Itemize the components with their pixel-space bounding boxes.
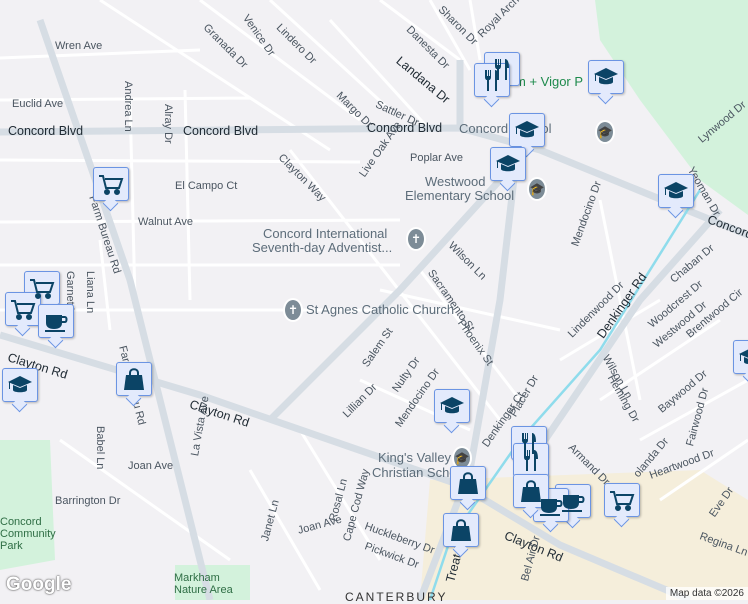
- street-label: Euclid Ave: [12, 98, 64, 110]
- school-icon: [8, 376, 32, 393]
- park-label[interactable]: Concord: [0, 516, 42, 528]
- school-marker[interactable]: [2, 368, 38, 402]
- poi-label[interactable]: Elementary School: [405, 188, 514, 203]
- street-label: Alray Dr: [162, 104, 174, 144]
- neighborhood-label: CANTERBURY: [345, 590, 448, 604]
- map-attribution[interactable]: Map data ©2026: [665, 587, 748, 600]
- restaurant-icon: [524, 450, 538, 471]
- park-label[interactable]: Community: [0, 528, 56, 540]
- shopping-bag-icon: [520, 480, 542, 503]
- street-label: Joan Ave: [128, 460, 174, 472]
- church-pin-icon[interactable]: ✝: [406, 227, 426, 251]
- school-marker[interactable]: [733, 340, 748, 374]
- grocery-marker[interactable]: [604, 483, 640, 517]
- street-label: Babel Ln: [94, 426, 106, 470]
- school-marker[interactable]: [658, 174, 694, 208]
- street-label: Barrington Dr: [55, 495, 121, 507]
- shopping-bag-icon: [123, 368, 145, 391]
- poi-label[interactable]: St Agnes Catholic Church: [306, 302, 454, 317]
- google-logo: Google: [6, 574, 72, 595]
- shopping-cart-icon: [10, 300, 35, 320]
- restaurant-icon: [485, 70, 499, 91]
- street-label: Concord Blvd: [8, 124, 84, 138]
- school-marker[interactable]: [434, 389, 470, 423]
- grocery-marker[interactable]: [5, 292, 41, 326]
- school-icon: [496, 155, 520, 172]
- school-icon: [515, 121, 539, 138]
- street-label: El Campo Ct: [175, 180, 238, 192]
- school-icon: [440, 397, 464, 414]
- street-label: Poplar Ave: [410, 152, 464, 164]
- park-label[interactable]: Park: [0, 540, 23, 552]
- shopping-marker[interactable]: [116, 362, 152, 396]
- restaurant-marker[interactable]: [474, 63, 510, 97]
- shopping-cart-icon: [98, 175, 123, 195]
- shopping-marker[interactable]: [513, 474, 549, 508]
- shopping-bag-icon: [457, 472, 479, 495]
- school-pin-icon[interactable]: 🎓: [527, 177, 547, 201]
- school-icon: [739, 348, 748, 365]
- street-label: Liana Ln: [84, 271, 96, 314]
- grocery-marker[interactable]: [93, 167, 129, 201]
- school-icon: [594, 68, 618, 85]
- school-pin-icon[interactable]: 🎓: [595, 120, 615, 144]
- school-icon: [664, 182, 688, 199]
- shopping-cart-icon: [609, 491, 634, 511]
- poi-label[interactable]: Westwood: [425, 174, 485, 189]
- coffee-cup-icon: [44, 314, 68, 333]
- shopping-bag-icon: [450, 519, 472, 542]
- restaurant-marker[interactable]: [513, 443, 549, 477]
- cafe-marker[interactable]: [38, 304, 74, 338]
- shopping-marker[interactable]: [443, 513, 479, 547]
- street-label: Wren Ave: [55, 40, 103, 52]
- school-marker[interactable]: [588, 60, 624, 94]
- shopping-marker[interactable]: [450, 466, 486, 500]
- street-label: Andrea Ln: [122, 81, 134, 132]
- poi-label[interactable]: Concord International: [263, 226, 387, 241]
- school-marker[interactable]: [490, 147, 526, 181]
- school-marker[interactable]: [509, 113, 545, 147]
- street-label: Walnut Ave: [138, 216, 194, 228]
- church-pin-icon[interactable]: ✝: [283, 298, 303, 322]
- poi-label[interactable]: m + Vigor P: [515, 74, 583, 89]
- park-label[interactable]: Nature Area: [174, 584, 233, 596]
- park-label[interactable]: Markham: [174, 572, 220, 584]
- street-label: Concord Blvd: [183, 124, 259, 138]
- poi-label[interactable]: King's Valley: [378, 450, 451, 465]
- poi-label[interactable]: Seventh-day Adventist...: [252, 240, 392, 255]
